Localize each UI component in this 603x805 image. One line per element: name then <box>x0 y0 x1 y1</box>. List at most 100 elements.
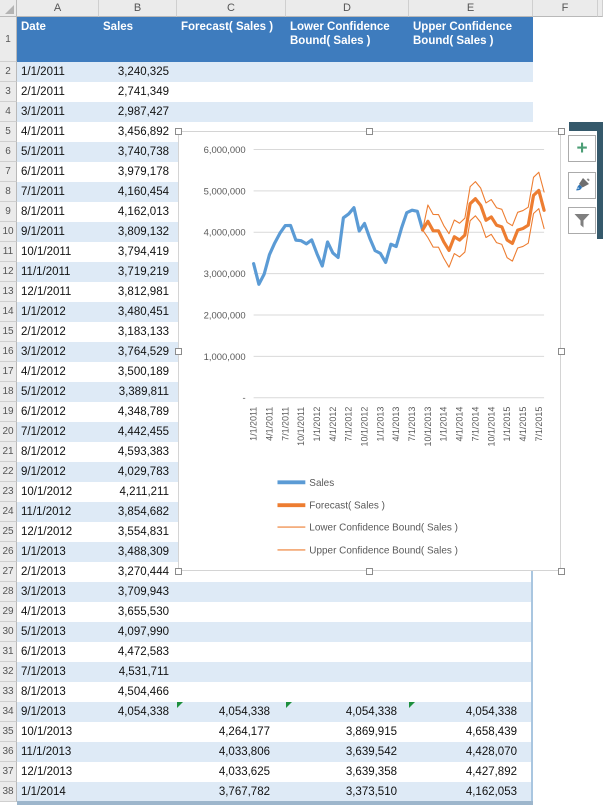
column-header-B[interactable]: B <box>99 0 177 17</box>
cell-B15[interactable]: 3,183,133 <box>99 322 177 342</box>
cell-B27[interactable]: 3,270,444 <box>99 562 177 582</box>
cell-B34[interactable]: 4,054,338 <box>99 702 177 722</box>
x-axis-tick-label[interactable]: 7/1/2012 <box>344 407 354 442</box>
cell-B22[interactable]: 4,029,783 <box>99 462 177 482</box>
cell-E36[interactable]: 4,428,070 <box>409 742 533 762</box>
cell-C29[interactable] <box>177 602 286 622</box>
table-header-upper[interactable]: Upper Confidence Bound( Sales ) <box>409 17 533 62</box>
cell-A24[interactable]: 11/1/2012 <box>17 502 99 522</box>
cell-A7[interactable]: 6/1/2011 <box>17 162 99 182</box>
cell-A17[interactable]: 4/1/2012 <box>17 362 99 382</box>
cell-B28[interactable]: 3,709,943 <box>99 582 177 602</box>
row-header-30[interactable]: 30 <box>0 622 17 642</box>
cell-E28[interactable] <box>409 582 533 602</box>
x-axis-tick-label[interactable]: 10/1/2012 <box>360 407 370 447</box>
cell-C35[interactable]: 4,264,177 <box>177 722 286 742</box>
cell-B17[interactable]: 3,500,189 <box>99 362 177 382</box>
cell-B33[interactable]: 4,504,466 <box>99 682 177 702</box>
cell-A33[interactable]: 8/1/2013 <box>17 682 99 702</box>
row-header-38[interactable]: 38 <box>0 782 17 802</box>
x-axis-tick-label[interactable]: 4/1/2013 <box>391 407 401 442</box>
row-header-12[interactable]: 12 <box>0 262 17 282</box>
cell-B23[interactable]: 4,211,211 <box>99 482 177 502</box>
cell-E3[interactable] <box>409 82 533 102</box>
row-header-25[interactable]: 25 <box>0 522 17 542</box>
cell-B4[interactable]: 2,987,427 <box>99 102 177 122</box>
row-header-13[interactable]: 13 <box>0 282 17 302</box>
column-header-F[interactable]: F <box>533 0 598 17</box>
y-axis-tick-label[interactable]: 6,000,000 <box>204 145 246 156</box>
row-header-23[interactable]: 23 <box>0 482 17 502</box>
cell-C28[interactable] <box>177 582 286 602</box>
cell-A38[interactable]: 1/1/2014 <box>17 782 99 802</box>
cell-D31[interactable] <box>286 642 409 662</box>
series-sales[interactable] <box>254 208 423 285</box>
x-axis-tick-label[interactable]: 7/1/2015 <box>534 407 544 442</box>
cell-A4[interactable]: 3/1/2011 <box>17 102 99 122</box>
select-all-corner[interactable] <box>0 0 17 17</box>
cell-A20[interactable]: 7/1/2012 <box>17 422 99 442</box>
cell-B25[interactable]: 3,554,831 <box>99 522 177 542</box>
row-header-26[interactable]: 26 <box>0 542 17 562</box>
cell-B7[interactable]: 3,979,178 <box>99 162 177 182</box>
row-header-32[interactable]: 32 <box>0 662 17 682</box>
cell-C2[interactable] <box>177 62 286 82</box>
cell-A14[interactable]: 1/1/2012 <box>17 302 99 322</box>
row-header-10[interactable]: 10 <box>0 222 17 242</box>
selection-handle[interactable] <box>366 568 373 575</box>
cell-D35[interactable]: 3,869,915 <box>286 722 409 742</box>
selection-handle[interactable] <box>175 348 182 355</box>
x-axis-tick-label[interactable]: 1/1/2012 <box>312 407 322 442</box>
cell-A6[interactable]: 5/1/2011 <box>17 142 99 162</box>
cell-B38[interactable] <box>99 782 177 802</box>
column-header-D[interactable]: D <box>286 0 409 17</box>
x-axis-tick-label[interactable]: 4/1/2012 <box>328 407 338 442</box>
cell-B37[interactable] <box>99 762 177 782</box>
legend-label[interactable]: Lower Confidence Bound( Sales ) <box>309 523 458 534</box>
cell-C31[interactable] <box>177 642 286 662</box>
cell-E29[interactable] <box>409 602 533 622</box>
table-header-lower[interactable]: Lower Confidence Bound( Sales ) <box>286 17 409 62</box>
cell-B36[interactable] <box>99 742 177 762</box>
row-header-14[interactable]: 14 <box>0 302 17 322</box>
row-header-18[interactable]: 18 <box>0 382 17 402</box>
cell-D2[interactable] <box>286 62 409 82</box>
cell-E38[interactable]: 4,162,053 <box>409 782 533 802</box>
column-header-C[interactable]: C <box>177 0 286 17</box>
forecast-chart[interactable]: 6,000,0005,000,0004,000,0003,000,0002,00… <box>178 131 561 571</box>
cell-C37[interactable]: 4,033,625 <box>177 762 286 782</box>
cell-B31[interactable]: 4,472,583 <box>99 642 177 662</box>
cell-A22[interactable]: 9/1/2012 <box>17 462 99 482</box>
y-axis-tick-label[interactable]: 1,000,000 <box>204 352 246 363</box>
selection-handle[interactable] <box>366 128 373 135</box>
cell-B20[interactable]: 4,442,455 <box>99 422 177 442</box>
cell-D3[interactable] <box>286 82 409 102</box>
selection-handle[interactable] <box>175 568 182 575</box>
chart-filters-button[interactable] <box>568 207 596 234</box>
cell-A25[interactable]: 12/1/2012 <box>17 522 99 542</box>
table-header-sales[interactable]: Sales <box>99 17 177 62</box>
x-axis-tick-label[interactable]: 1/1/2014 <box>439 407 449 442</box>
row-header-33[interactable]: 33 <box>0 682 17 702</box>
cell-A16[interactable]: 3/1/2012 <box>17 342 99 362</box>
column-header-A[interactable]: A <box>17 0 99 17</box>
row-header-6[interactable]: 6 <box>0 142 17 162</box>
cell-A32[interactable]: 7/1/2013 <box>17 662 99 682</box>
cell-B24[interactable]: 3,854,682 <box>99 502 177 522</box>
cell-A26[interactable]: 1/1/2013 <box>17 542 99 562</box>
row-header-20[interactable]: 20 <box>0 422 17 442</box>
row-header-4[interactable]: 4 <box>0 102 17 122</box>
cell-B2[interactable]: 3,240,325 <box>99 62 177 82</box>
cell-D29[interactable] <box>286 602 409 622</box>
row-header-9[interactable]: 9 <box>0 202 17 222</box>
cell-D36[interactable]: 3,639,542 <box>286 742 409 762</box>
cell-C30[interactable] <box>177 622 286 642</box>
row-header-37[interactable]: 37 <box>0 762 17 782</box>
chart-styles-button[interactable] <box>568 172 596 199</box>
y-axis-tick-label[interactable]: 2,000,000 <box>204 310 246 321</box>
selection-handle[interactable] <box>558 568 565 575</box>
row-header-34[interactable]: 34 <box>0 702 17 722</box>
cell-A21[interactable]: 8/1/2012 <box>17 442 99 462</box>
cell-D4[interactable] <box>286 102 409 122</box>
cell-A11[interactable]: 10/1/2011 <box>17 242 99 262</box>
